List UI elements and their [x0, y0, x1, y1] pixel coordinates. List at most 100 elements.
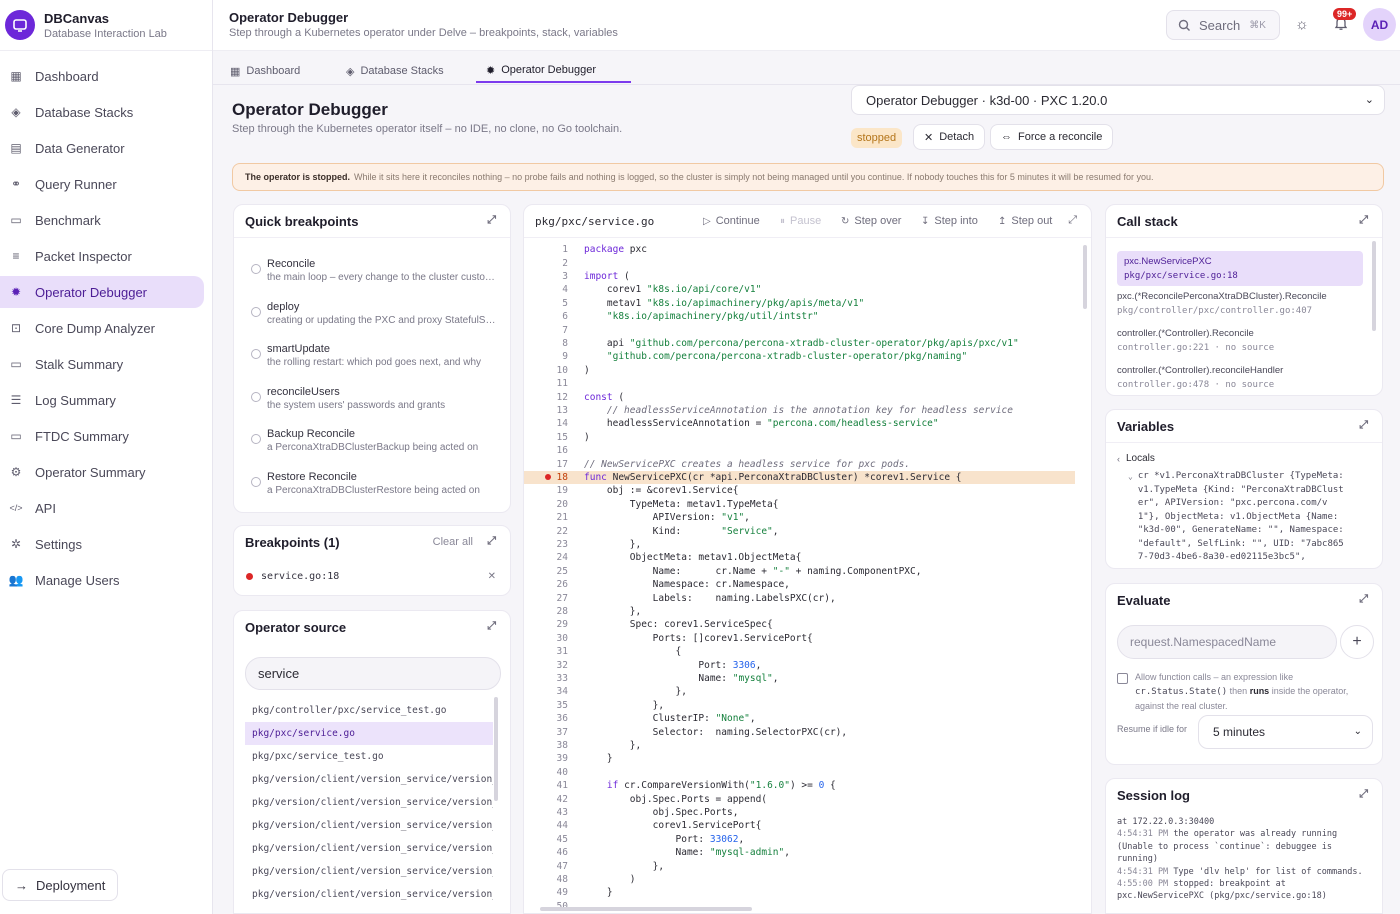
theme-toggle-sun-icon[interactable]: ☼: [1295, 16, 1309, 33]
radio-icon[interactable]: [251, 391, 261, 402]
quick-breakpoint-option[interactable]: Restore Reconcile a PerconaXtraDBClusterR…: [251, 471, 496, 507]
line-number[interactable]: 43: [524, 807, 568, 818]
sidebar-item-database-stacks[interactable]: ◈ Database Stacks: [0, 96, 204, 128]
code-line[interactable]: 31 {: [524, 645, 1075, 658]
code-line[interactable]: 47 },: [524, 859, 1075, 872]
line-number[interactable]: 22: [524, 526, 568, 537]
code-line[interactable]: 46 Name: "mysql-admin",: [524, 846, 1075, 859]
radio-icon[interactable]: [251, 349, 261, 360]
add-watch-button[interactable]: +: [1340, 625, 1374, 659]
search-button[interactable]: Search ⌘K: [1166, 10, 1280, 40]
code-line[interactable]: 44 corev1.ServicePort{: [524, 819, 1075, 832]
expand-icon[interactable]: ⤢: [1068, 214, 1077, 227]
line-number[interactable]: 41: [524, 780, 568, 791]
locals-scope[interactable]: ‹ Locals: [1117, 453, 1372, 464]
code-line[interactable]: 17 // NewServicePXC creates a headless se…: [524, 457, 1075, 470]
clear-all-button[interactable]: Clear all: [433, 536, 473, 548]
code-line[interactable]: 5 metav1 "k8s.io/apimachinery/pkg/apis/m…: [524, 297, 1075, 310]
code-line[interactable]: 40: [524, 766, 1075, 779]
code-line[interactable]: 3 import (: [524, 270, 1075, 283]
expand-icon[interactable]: ⤢: [1359, 419, 1368, 432]
sidebar-item-log-summary[interactable]: ☰ Log Summary: [0, 384, 204, 416]
code-line[interactable]: 41 if cr.CompareVersionWith("1.6.0") >= …: [524, 779, 1075, 792]
line-number[interactable]: 46: [524, 847, 568, 858]
code-line[interactable]: 49 }: [524, 886, 1075, 899]
code-line[interactable]: 42 obj.Spec.Ports = append(: [524, 792, 1075, 805]
call-stack-frame[interactable]: pxc.(*ReconcilePerconaXtraDBCluster).Rec…: [1117, 291, 1363, 316]
code-line[interactable]: 38 },: [524, 739, 1075, 752]
line-number[interactable]: 17: [524, 459, 568, 470]
line-number[interactable]: 13: [524, 405, 568, 416]
allow-function-calls-checkbox[interactable]: [1117, 673, 1128, 684]
code-line[interactable]: 11: [524, 377, 1075, 390]
line-number[interactable]: 27: [524, 593, 568, 604]
line-number[interactable]: 2: [524, 258, 568, 269]
line-number[interactable]: 28: [524, 606, 568, 617]
source-file-item[interactable]: pkg/version/client/version_service/versi…: [245, 860, 493, 883]
code-line[interactable]: 36 ClusterIP: "None",: [524, 712, 1075, 725]
code-line[interactable]: 2: [524, 256, 1075, 269]
code-line[interactable]: 7: [524, 323, 1075, 336]
pause-button[interactable]: ⏸ Pause: [780, 215, 821, 227]
sidebar-item-operator-summary[interactable]: ⚙ Operator Summary: [0, 456, 204, 488]
line-number[interactable]: 39: [524, 753, 568, 764]
line-number[interactable]: 21: [524, 512, 568, 523]
line-number[interactable]: 16: [524, 445, 568, 456]
sidebar-item-operator-debugger[interactable]: ✹ Operator Debugger: [0, 276, 204, 308]
source-file-item[interactable]: pkg/version/client/version_service/versi…: [245, 837, 493, 860]
code-line[interactable]: 27 Labels: naming.LabelsPXC(cr),: [524, 591, 1075, 604]
radio-icon[interactable]: [251, 477, 261, 487]
quick-breakpoint-option[interactable]: Backup Reconcile a PerconaXtraDBClusterBa…: [251, 428, 496, 464]
sidebar-item-data-generator[interactable]: ▤ Data Generator: [0, 132, 204, 164]
code-line[interactable]: 35 },: [524, 699, 1075, 712]
resume-idle-select[interactable]: 5 minutes ⌄: [1198, 715, 1373, 749]
code-line[interactable]: 19 obj := &corev1.Service{: [524, 484, 1075, 497]
code-line[interactable]: 12 const (: [524, 390, 1075, 403]
radio-icon[interactable]: [251, 306, 261, 317]
code-line[interactable]: 4 corev1 "k8s.io/api/core/v1": [524, 283, 1075, 296]
code-line[interactable]: 23 },: [524, 538, 1075, 551]
line-number[interactable]: 11: [524, 378, 568, 389]
continue-button[interactable]: ▷ Continue: [703, 215, 760, 227]
line-number[interactable]: 20: [524, 499, 568, 510]
variable-row[interactable]: ⌄ cr *v1.PerconaXtraDBCluster {TypeMeta:…: [1128, 470, 1372, 565]
quick-breakpoint-option[interactable]: deploy creating or updating the PXC and p…: [251, 301, 496, 337]
code-line[interactable]: 30 Ports: []corev1.ServicePort{: [524, 632, 1075, 645]
line-number[interactable]: 23: [524, 539, 568, 550]
source-list-scrollbar[interactable]: [494, 697, 498, 801]
code-horizontal-scrollbar[interactable]: [540, 907, 752, 911]
source-file-item[interactable]: pkg/version/client/version_service/versi…: [245, 883, 493, 906]
sidebar-item-manage-users[interactable]: 👥 Manage Users: [0, 564, 204, 596]
breakpoint-row[interactable]: service.go:18 ✕: [246, 571, 498, 582]
sidebar-item-core-dump-analyzer[interactable]: ⊡ Core Dump Analyzer: [0, 312, 204, 344]
tab-operator-debugger[interactable]: ✹ Operator Debugger: [476, 59, 631, 83]
call-stack-frame[interactable]: controller.(*Controller).Reconcile contro…: [1117, 328, 1363, 353]
code-line[interactable]: 39 }: [524, 752, 1075, 765]
code-line[interactable]: 34 },: [524, 685, 1075, 698]
code-line[interactable]: 29 Spec: corev1.ServiceSpec{: [524, 618, 1075, 631]
code-line[interactable]: 33 Name: "mysql",: [524, 672, 1075, 685]
line-number[interactable]: 9: [524, 351, 568, 362]
expand-icon[interactable]: ⤢: [487, 214, 496, 227]
line-number[interactable]: 38: [524, 740, 568, 751]
step-over-button[interactable]: ↻ Step over: [841, 215, 901, 227]
expand-icon[interactable]: ⤢: [1359, 214, 1368, 227]
code-line[interactable]: 48 ): [524, 873, 1075, 886]
sidebar-item-settings[interactable]: ✲ Settings: [0, 528, 204, 560]
code-line[interactable]: 8 api "github.com/percona/percona-xtradb…: [524, 337, 1075, 350]
expand-icon[interactable]: ⤢: [487, 535, 496, 548]
code-line[interactable]: 1 package pxc: [524, 243, 1075, 256]
code-line[interactable]: 45 Port: 33062,: [524, 833, 1075, 846]
line-number[interactable]: 19: [524, 485, 568, 496]
evaluate-input[interactable]: request.NamespacedName: [1117, 625, 1337, 659]
line-number[interactable]: 44: [524, 820, 568, 831]
expand-icon[interactable]: ⤢: [1359, 788, 1368, 801]
line-number[interactable]: 3: [524, 271, 568, 282]
line-number[interactable]: 42: [524, 794, 568, 805]
line-number[interactable]: 31: [524, 646, 568, 657]
source-file-item[interactable]: pkg/version/client/version_service/versi…: [245, 814, 493, 837]
code-line[interactable]: 43 obj.Spec.Ports,: [524, 806, 1075, 819]
line-number[interactable]: 10: [524, 365, 568, 376]
sidebar-item-dashboard[interactable]: ▦ Dashboard: [0, 60, 204, 92]
source-file-item[interactable]: pkg/version/client/version_service/versi…: [245, 791, 493, 814]
